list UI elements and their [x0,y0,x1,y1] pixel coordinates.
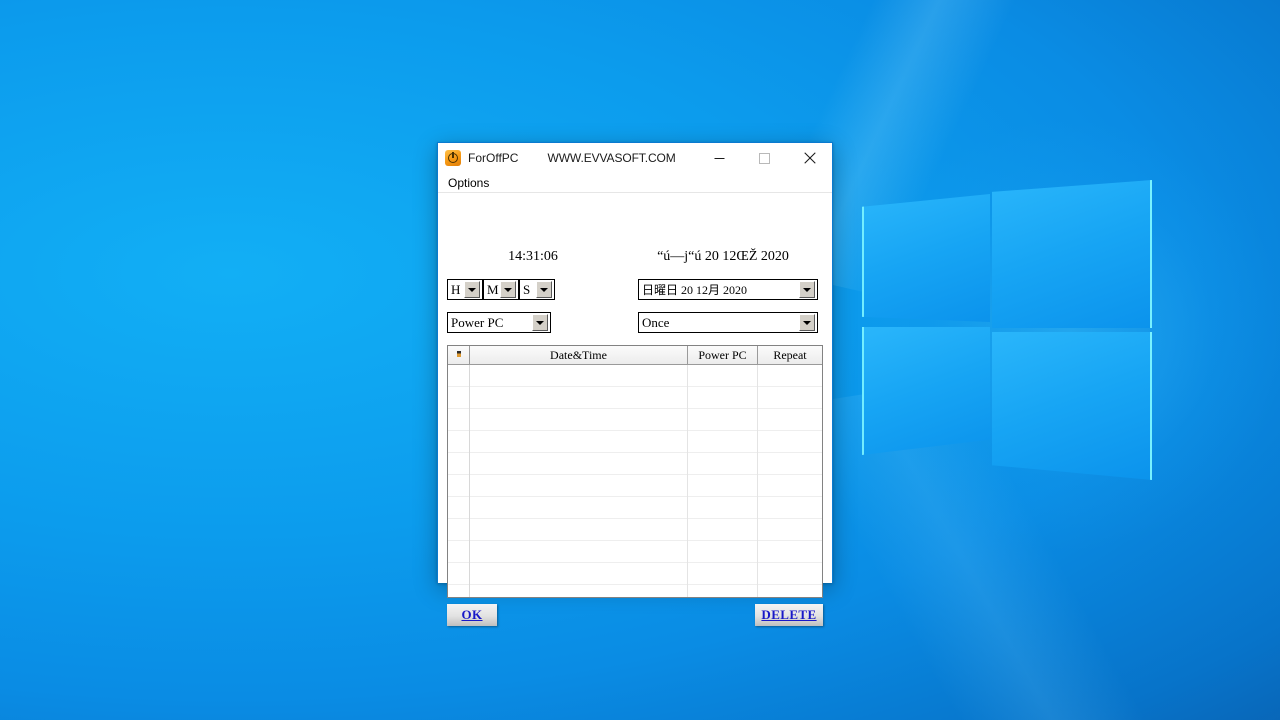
table-row[interactable] [448,541,822,563]
client-area: 14:31:06 “ú—j“ú 20 12ŒŽ 2020 H M S 日曜日 2… [438,193,832,626]
desktop: ForOffPC WWW.EVVASOFT.COM Options 14:31:… [0,0,1280,720]
hour-combo[interactable]: H [447,279,483,300]
power-action-combo-value: Power PC [451,314,504,330]
foroffpc-window: ForOffPC WWW.EVVASOFT.COM Options 14:31:… [437,142,833,626]
table-row[interactable] [448,387,822,409]
grid-col-power[interactable]: Power PC [688,346,758,364]
chevron-down-icon[interactable] [799,281,815,298]
table-row[interactable] [448,519,822,541]
minimize-button[interactable] [697,143,742,173]
chevron-down-icon[interactable] [532,314,548,331]
window-title: ForOffPC [468,151,519,165]
chevron-down-icon[interactable] [536,281,552,298]
marker-icon [456,350,461,357]
grid-col-repeat[interactable]: Repeat [758,346,822,364]
table-row[interactable] [448,475,822,497]
readout-row: 14:31:06 “ú—j“ú 20 12ŒŽ 2020 [438,249,832,269]
close-icon [803,152,816,164]
second-combo[interactable]: S [519,279,555,300]
date-combo[interactable]: 日曜日 20 12月 2020 [638,279,818,300]
windows-logo-pane-top-left [862,194,990,322]
minute-combo-value: M [487,281,499,297]
window-subtitle: WWW.EVVASOFT.COM [547,151,676,165]
grid-column-separator [687,365,688,597]
ok-button[interactable]: OK [447,604,497,626]
title-bar[interactable]: ForOffPC WWW.EVVASOFT.COM [438,143,832,173]
current-time-label: 14:31:06 [508,249,558,264]
current-date-label: “ú—j“ú 20 12ŒŽ 2020 [657,249,789,264]
chevron-down-icon[interactable] [464,281,480,298]
close-button[interactable] [787,143,832,173]
date-combo-value: 日曜日 20 12月 2020 [642,283,748,297]
maximize-button[interactable] [742,143,787,173]
repeat-combo[interactable]: Once [638,312,818,333]
power-action-combo[interactable]: Power PC [447,312,551,333]
table-row[interactable] [448,409,822,431]
grid-body[interactable] [448,365,822,597]
hour-combo-value: H [451,281,461,297]
grid-column-separator [469,365,470,597]
table-row[interactable] [448,563,822,585]
window-controls [697,143,832,173]
table-row[interactable] [448,453,822,475]
minimize-icon [714,157,725,159]
repeat-combo-value: Once [642,314,670,330]
table-row[interactable] [448,365,822,387]
windows-logo-pane-top-right [992,180,1152,328]
chevron-down-icon[interactable] [799,314,815,331]
schedule-grid[interactable]: Date&Time Power PC Repeat [447,345,823,598]
grid-col-datetime[interactable]: Date&Time [470,346,688,364]
maximize-icon [759,152,770,164]
grid-column-separator [757,365,758,597]
windows-logo [856,172,1156,482]
menu-item-options[interactable]: Options [444,175,493,191]
minute-combo[interactable]: M [483,279,519,300]
table-row[interactable] [448,497,822,519]
power-clock-icon [445,150,461,166]
grid-header-row: Date&Time Power PC Repeat [448,346,822,365]
table-row[interactable] [448,431,822,453]
delete-button[interactable]: DELETE [755,604,823,626]
windows-logo-pane-bottom-left [862,327,990,455]
grid-rows [448,365,822,585]
menu-bar: Options [438,173,832,193]
windows-logo-pane-bottom-right [992,332,1152,480]
second-combo-value: S [523,281,531,297]
grid-col-marker[interactable] [448,346,470,364]
chevron-down-icon[interactable] [500,281,516,298]
